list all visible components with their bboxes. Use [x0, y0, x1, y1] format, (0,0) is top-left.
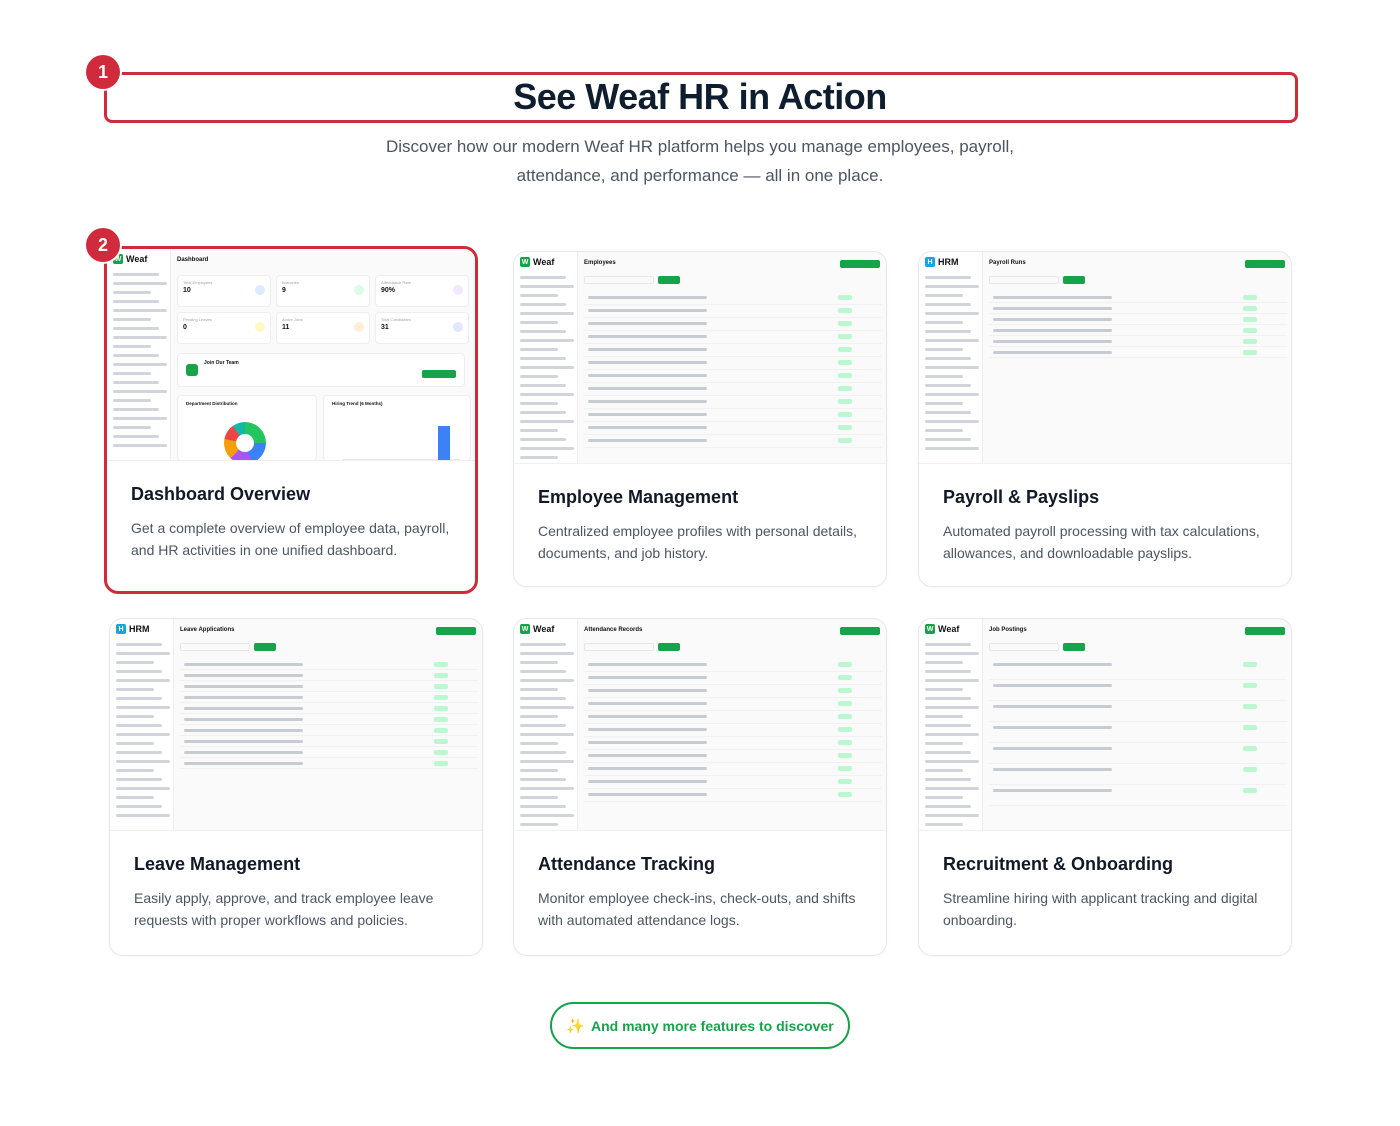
hrm-logo-icon: H	[116, 624, 126, 634]
briefcase-icon	[186, 364, 198, 376]
card-title: Attendance Tracking	[538, 854, 716, 874]
feature-card-recruitment[interactable]: W Weaf Job Postings Recruitment & Onboard…	[918, 618, 1292, 956]
stat-card: Branches 9	[276, 275, 370, 307]
card-description: Automated payroll processing with tax ca…	[943, 523, 1260, 561]
feature-card-attendance[interactable]: W Weaf Attendance Records Attendance Trac…	[513, 618, 887, 956]
recruitment-screenshot: W Weaf Job Postings	[919, 619, 1291, 831]
page-subtitle: Discover how our modern Weaf HR platform…	[385, 137, 1015, 185]
mini-heading: Payroll Runs	[989, 260, 1026, 266]
building-icon	[354, 285, 364, 295]
weaf-logo-icon: W	[520, 624, 530, 634]
employees-screenshot: W Weaf Employees	[514, 252, 886, 464]
feature-card-employees[interactable]: W Weaf Employees Employee Management Cent…	[513, 251, 887, 587]
mini-brand: Weaf	[533, 257, 555, 267]
dashboard-screenshot: W Weaf Dashboard Total Employees 10 Branch…	[107, 249, 475, 461]
stat-card: Total Candidates 31	[375, 312, 469, 344]
stat-card: Pending Leaves 0	[177, 312, 271, 344]
attendance-screenshot: W Weaf Attendance Records	[514, 619, 886, 831]
card-title: Dashboard Overview	[131, 484, 311, 504]
card-description: Monitor employee check-ins, check-outs, …	[538, 890, 856, 928]
users-icon	[255, 285, 265, 295]
card-description: Streamline hiring with applicant trackin…	[943, 890, 1258, 928]
stat-card: Attendance Rate 90%	[375, 275, 469, 307]
user-plus-icon	[453, 322, 463, 332]
payroll-screenshot: H HRM Payroll Runs	[919, 252, 1291, 464]
card-title: Payroll & Payslips	[943, 487, 1100, 507]
hiring-trend-chart: Hiring Trend (6 Months)	[323, 395, 471, 460]
join-team-panel: Join Our Team	[177, 353, 465, 387]
hrm-logo-icon: H	[925, 257, 935, 267]
mini-brand: HRM	[938, 257, 959, 267]
weaf-logo-icon: W	[925, 624, 935, 634]
feature-card-dashboard[interactable]: W Weaf Dashboard Total Employees 10 Branch…	[104, 246, 478, 594]
feature-card-payroll[interactable]: H HRM Payroll Runs Payroll & Payslips Aut…	[918, 251, 1292, 587]
briefcase-icon	[354, 322, 364, 332]
stat-card: Total Employees 10	[177, 275, 271, 307]
mini-heading: Job Postings	[989, 627, 1027, 633]
department-chart: Department Distribution	[177, 395, 317, 460]
mini-brand: HRM	[129, 624, 150, 634]
feature-card-leave[interactable]: H HRM Leave Applications Leave Management…	[109, 618, 483, 956]
annotation-marker-2: 2	[86, 228, 120, 262]
mini-brand: Weaf	[938, 624, 960, 634]
weaf-logo-icon: W	[520, 257, 530, 267]
mini-heading: Leave Applications	[180, 627, 235, 633]
clock-icon	[453, 285, 463, 295]
donut-chart	[224, 422, 266, 460]
mini-brand: Weaf	[126, 254, 148, 264]
annotation-marker-1: 1	[86, 55, 120, 89]
card-title: Employee Management	[538, 487, 739, 507]
mini-brand: Weaf	[533, 624, 555, 634]
card-title: Leave Management	[134, 854, 301, 874]
leave-screenshot: H HRM Leave Applications	[110, 619, 482, 831]
calendar-icon	[255, 322, 265, 332]
more-features-label: And many more features to discover	[590, 1017, 834, 1034]
mini-heading: Dashboard	[177, 257, 209, 263]
card-description: Easily apply, approve, and track employe…	[134, 890, 434, 928]
card-title: Recruitment & Onboarding	[943, 854, 1174, 874]
sparkles-icon: ✨	[566, 1017, 585, 1035]
mini-sidebar: W Weaf	[107, 249, 171, 460]
mini-heading: Attendance Records	[584, 627, 643, 633]
card-description: Centralized employee profiles with perso…	[538, 523, 858, 561]
page-title: See Weaf HR in Action	[513, 76, 887, 117]
mini-heading: Employees	[584, 260, 616, 266]
more-features-button[interactable]: ✨ And many more features to discover	[550, 1002, 850, 1049]
stat-card: Active Jobs 11	[276, 312, 370, 344]
card-description: Get a complete overview of employee data…	[131, 520, 450, 558]
